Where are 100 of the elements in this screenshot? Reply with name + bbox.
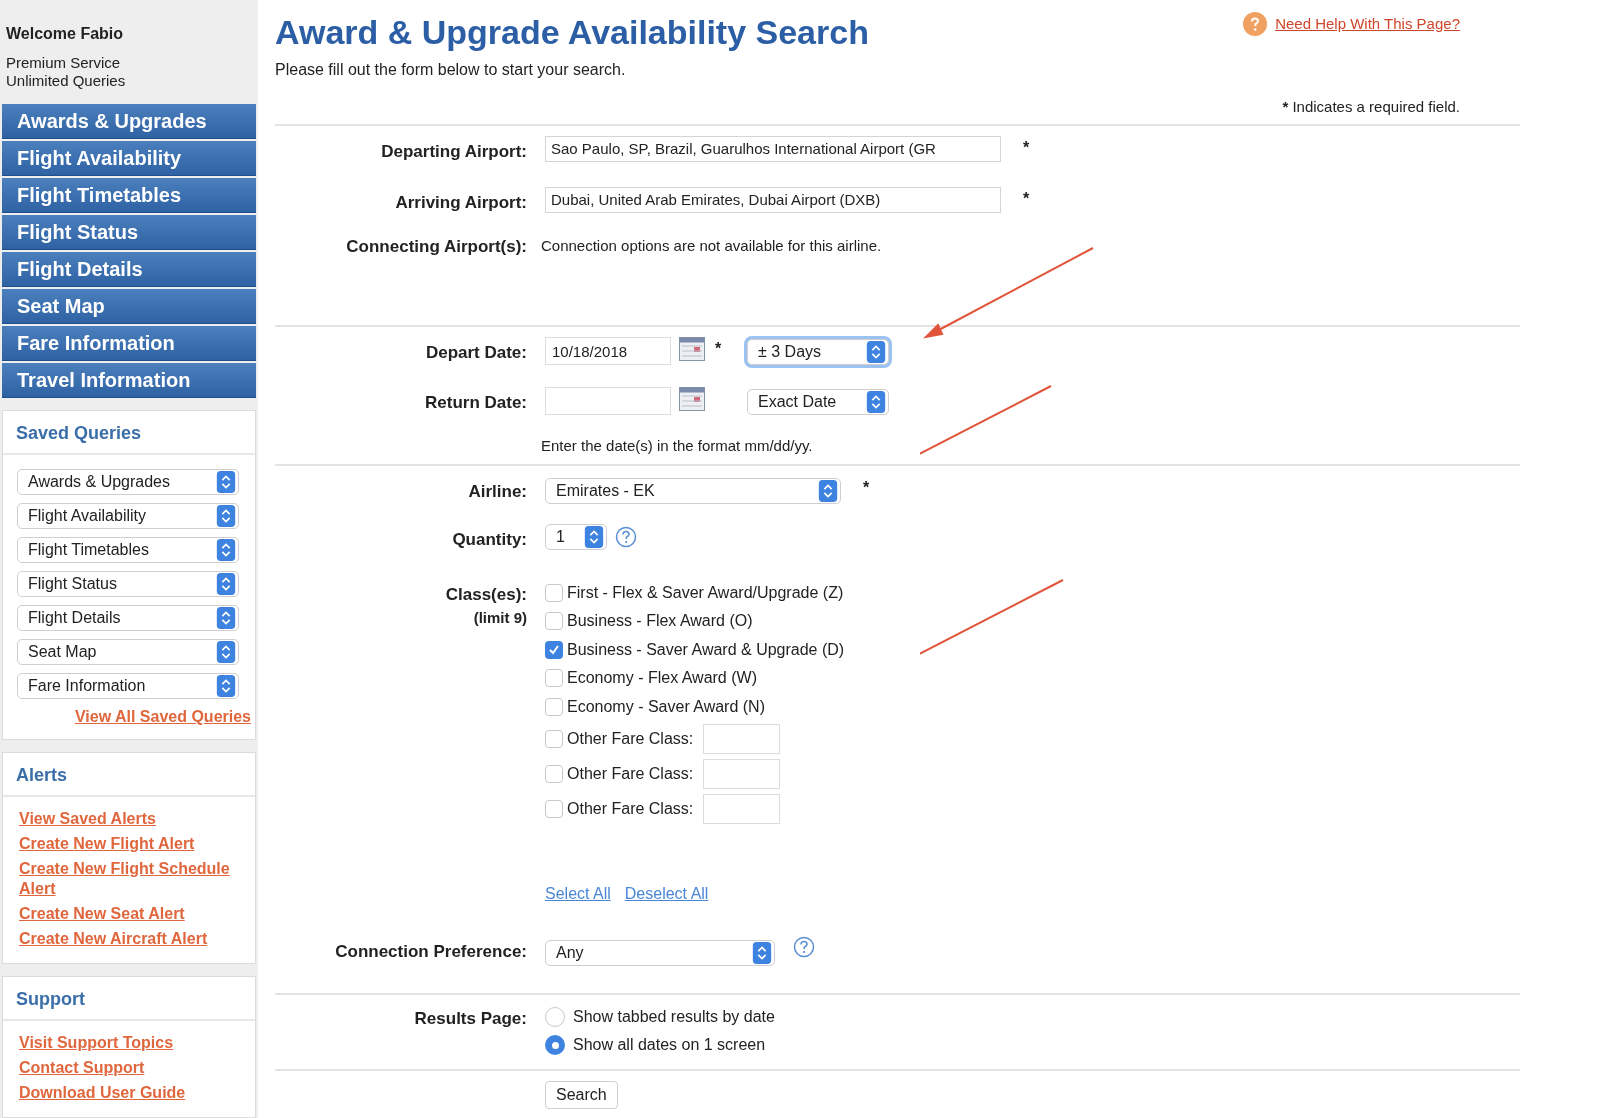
text-input[interactable]: Sao Paulo, SP, Brazil, Guarulhos International Airport (GR xyxy=(545,136,1001,162)
radio-label: Show tabbed results by date xyxy=(573,1007,775,1027)
sidebar-link[interactable]: Contact Support xyxy=(19,1058,239,1078)
sidebar-link[interactable]: Create New Flight Alert xyxy=(19,834,239,854)
sidebar-link[interactable]: Create New Aircraft Alert xyxy=(19,929,239,949)
nav-item[interactable]: Flight Details xyxy=(2,252,256,287)
nav-item[interactable]: Flight Availability xyxy=(2,141,256,176)
panel-title: Alerts xyxy=(16,765,68,785)
dropdown[interactable]: Flight Details xyxy=(17,605,239,631)
nav-item[interactable]: Fare Information xyxy=(2,326,256,361)
dropdown[interactable]: ± 3 Days xyxy=(747,339,889,365)
stepper-arrows-icon xyxy=(216,471,236,493)
radio-label: Show all dates on 1 screen xyxy=(573,1035,766,1055)
info-text: Connection options are not available for this airline. xyxy=(541,236,883,256)
dropdown[interactable]: Seat Map xyxy=(17,639,239,665)
stepper-arrows-icon xyxy=(216,641,236,663)
stepper-arrows-icon xyxy=(584,526,604,548)
panel-title: Support xyxy=(16,989,85,1009)
text-input[interactable] xyxy=(703,793,781,824)
checkbox-label: Other Fare Class: xyxy=(567,728,694,749)
dropdown[interactable]: Any xyxy=(545,940,775,966)
calendar-icon[interactable] xyxy=(679,386,705,411)
stepper-arrows-icon xyxy=(216,539,236,561)
field-label: Connecting Airport(s): xyxy=(345,236,527,258)
checkbox[interactable] xyxy=(545,697,563,716)
sidebar-link[interactable]: Create New Flight Schedule Alert xyxy=(19,859,239,899)
stepper-arrows-icon xyxy=(866,341,886,363)
date-input[interactable] xyxy=(545,386,671,415)
sidebar-link[interactable]: Download User Guide xyxy=(19,1083,239,1103)
dropdown[interactable]: Flight Timetables xyxy=(17,537,239,563)
stepper-arrows-icon xyxy=(216,675,236,697)
checkbox[interactable] xyxy=(545,799,563,818)
checkbox-label: Business - Saver Award & Upgrade (D) xyxy=(567,639,845,660)
checkbox-label: Economy - Flex Award (W) xyxy=(567,668,757,689)
help-icon[interactable] xyxy=(615,526,637,548)
stepper-arrows-icon xyxy=(216,505,236,527)
field-label: Airline: xyxy=(467,480,527,503)
dropdown[interactable]: Emirates - EK xyxy=(545,477,841,504)
checkbox-label: Business - Flex Award (O) xyxy=(567,611,753,632)
checkbox[interactable] xyxy=(545,583,563,602)
field-label: Class(es): xyxy=(444,583,527,606)
checkbox[interactable] xyxy=(545,729,563,748)
deselect-all-link[interactable]: Deselect All xyxy=(624,882,709,906)
stepper-arrows-icon xyxy=(752,942,772,964)
view-all-link[interactable]: View All Saved Queries xyxy=(74,708,251,725)
dropdown[interactable]: Flight Availability xyxy=(17,503,239,529)
required-mark: * xyxy=(863,477,870,498)
stepper-arrows-icon xyxy=(818,479,838,502)
dropdown[interactable]: Flight Status xyxy=(17,571,239,597)
required-mark: * xyxy=(1023,138,1030,158)
required-mark: * xyxy=(1023,188,1030,209)
checkbox[interactable] xyxy=(545,764,563,783)
help-link[interactable]: Need Help With This Page? xyxy=(1275,12,1460,36)
page-title: Award & Upgrade Availability Search xyxy=(275,12,869,53)
dropdown[interactable]: 1 xyxy=(545,524,607,550)
checkbox-label: Other Fare Class: xyxy=(567,763,694,784)
search-button[interactable]: Search xyxy=(545,1081,618,1109)
field-label: Connection Preference: xyxy=(334,941,527,963)
dropdown[interactable]: Awards & Upgrades xyxy=(17,469,239,495)
checkbox-label: Economy - Saver Award (N) xyxy=(567,696,765,717)
help-icon[interactable] xyxy=(1243,12,1268,36)
welcome-text: Welcome Fabio xyxy=(6,24,125,44)
sidebar-link[interactable]: Create New Seat Alert xyxy=(19,904,239,924)
sidebar-link[interactable]: View Saved Alerts xyxy=(19,809,239,829)
plan-text: Unlimited Queries xyxy=(6,72,127,90)
dropdown[interactable]: Exact Date xyxy=(747,388,889,415)
checkbox[interactable] xyxy=(545,669,563,688)
calendar-icon[interactable] xyxy=(679,337,705,361)
checkmark-icon xyxy=(548,643,560,656)
text-input[interactable] xyxy=(703,723,781,754)
field-label: Results Page: xyxy=(413,1008,527,1030)
subtitle-text: Please fill out the form below to start your search. xyxy=(275,60,627,80)
hint-text: Enter the date(s) in the format mm/dd/yy. xyxy=(541,436,814,456)
radio-button[interactable] xyxy=(545,1035,565,1055)
field-label: Departing Airport: xyxy=(380,141,527,163)
select-all-link[interactable]: Select All xyxy=(545,882,611,906)
dropdown[interactable]: Fare Information xyxy=(17,673,239,699)
field-label: Return Date: xyxy=(424,391,527,414)
radio-button[interactable] xyxy=(545,1007,565,1027)
field-sublabel: (limit 9) xyxy=(472,608,527,628)
text-input[interactable] xyxy=(703,758,781,789)
help-icon[interactable] xyxy=(793,936,815,958)
checkbox[interactable] xyxy=(545,640,563,659)
stepper-arrows-icon xyxy=(216,573,236,595)
required-mark: * xyxy=(1282,97,1289,117)
checkbox[interactable] xyxy=(545,612,563,631)
field-label: Arriving Airport: xyxy=(394,191,527,214)
checkbox-label: First - Flex & Saver Award/Upgrade (Z) xyxy=(567,582,844,603)
required-mark: * xyxy=(715,340,722,357)
checkbox-label: Other Fare Class: xyxy=(567,798,694,819)
date-input[interactable]: 10/18/2018 xyxy=(545,337,671,365)
nav-item[interactable]: Seat Map xyxy=(2,289,256,324)
text-input[interactable]: Dubai, United Arab Emirates, Dubai Airport (DXB) xyxy=(545,186,1001,213)
sidebar-link[interactable]: Visit Support Topics xyxy=(19,1033,239,1053)
nav-item[interactable]: Awards & Upgrades xyxy=(2,104,256,139)
nav-item[interactable]: Flight Status xyxy=(2,215,256,250)
field-label: Quantity: xyxy=(451,529,527,551)
stepper-arrows-icon xyxy=(866,390,886,413)
nav-item[interactable]: Flight Timetables xyxy=(2,178,256,213)
nav-item[interactable]: Travel Information xyxy=(2,363,256,398)
